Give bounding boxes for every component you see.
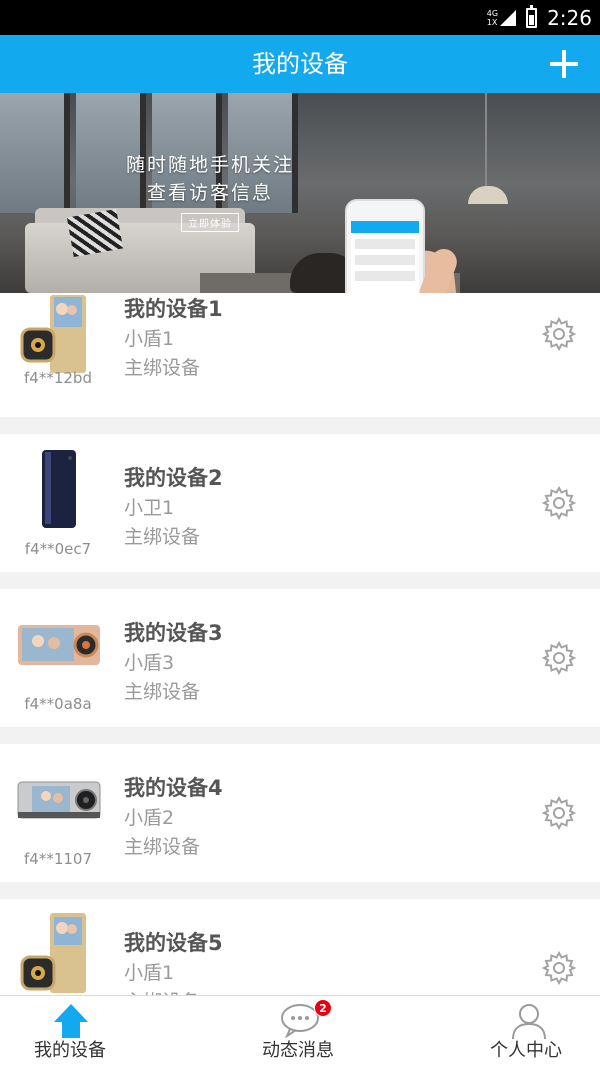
device-card[interactable]: f4**12bd 我的设备1 小盾1 主绑设备 — [0, 293, 600, 417]
gear-icon[interactable] — [542, 796, 576, 830]
device-name: 我的设备2 — [124, 466, 223, 490]
network-type-top: 4G — [486, 8, 499, 18]
device-code: f4**1107 — [24, 850, 92, 868]
nav-item-my-devices[interactable]: 我的设备 — [0, 996, 142, 1067]
gear-icon[interactable] — [542, 641, 576, 675]
nav-label: 个人中心 — [490, 1040, 562, 1061]
gear-icon[interactable] — [542, 317, 576, 351]
home-icon — [54, 1004, 88, 1038]
device-list[interactable]: f4**12bd 我的设备1 小盾1 主绑设备 f4**0ec7 我的设备2 小… — [0, 293, 600, 995]
add-device-button[interactable] — [550, 50, 578, 78]
device-name: 我的设备1 — [124, 297, 223, 321]
nav-item-profile[interactable]: 个人中心 — [468, 996, 600, 1067]
gear-icon[interactable] — [542, 486, 576, 520]
nav-label: 动态消息 — [262, 1040, 334, 1061]
silver-door-viewer-icon — [17, 781, 101, 819]
phone-screen-header — [351, 221, 419, 233]
device-card[interactable]: f4**0ec7 我的设备2 小卫1 主绑设备 — [0, 434, 600, 572]
clock: 2:26 — [547, 5, 592, 30]
device-card[interactable]: f4**1107 我的设备4 小盾2 主绑设备 — [0, 744, 600, 882]
network-type: 4G 1X — [487, 9, 498, 27]
device-role: 主绑设备 — [124, 681, 201, 703]
phone-screen-row — [355, 239, 415, 249]
status-indicators: 4G 1X 2:26 — [487, 0, 592, 35]
device-model: 小盾3 — [124, 652, 175, 674]
nav-item-messages[interactable]: 2 动态消息 — [240, 996, 360, 1067]
page-title: 我的设备 — [252, 50, 348, 78]
bottom-nav: 我的设备 2 动态消息 个人中心 — [0, 995, 600, 1067]
app-header: 我的设备 — [0, 35, 600, 93]
gold-door-viewer-icon — [20, 295, 86, 373]
device-model: 小卫1 — [124, 497, 175, 519]
banner-lamp-cord — [485, 93, 487, 193]
device-name: 我的设备4 — [124, 776, 223, 800]
gear-icon[interactable] — [542, 951, 576, 985]
device-role: 主绑设备 — [124, 987, 200, 995]
banner-cta-button[interactable]: 立即体验 — [181, 213, 239, 232]
device-card[interactable]: 我的设备5 小盾1 主绑设备 — [0, 899, 600, 995]
banner-headline: 随时随地手机关注 — [125, 154, 294, 176]
device-name: 我的设备3 — [124, 621, 223, 645]
device-model: 小盾2 — [124, 807, 175, 829]
banner-phone-screen — [351, 221, 419, 293]
phone-screen-row — [355, 255, 415, 265]
signal-icon — [500, 9, 517, 26]
device-code: f4**0a8a — [24, 695, 92, 713]
message-count-badge: 2 — [314, 999, 332, 1017]
device-name: 我的设备5 — [124, 931, 223, 955]
banner-window — [0, 93, 70, 213]
nav-label: 我的设备 — [34, 1040, 106, 1061]
rosegold-door-viewer-icon — [18, 625, 100, 665]
device-role: 主绑设备 — [124, 836, 201, 858]
banner-text: 随时随地手机关注 查看访客信息 立即体验 — [110, 151, 310, 232]
device-code: f4**12bd — [24, 369, 92, 387]
device-model: 小盾1 — [124, 962, 175, 984]
device-role: 主绑设备 — [124, 357, 201, 379]
person-icon — [512, 1004, 546, 1040]
device-code: f4**0ec7 — [24, 540, 92, 558]
phone-screen-row — [355, 271, 415, 281]
battery-icon — [526, 4, 538, 28]
device-model: 小盾1 — [124, 328, 175, 350]
device-card[interactable]: f4**0a8a 我的设备3 小盾3 主绑设备 — [0, 589, 600, 727]
promo-banner[interactable]: 随时随地手机关注 查看访客信息 立即体验 — [0, 93, 600, 293]
status-bar: 4G 1X 2:26 — [0, 0, 600, 35]
banner-phone — [345, 199, 425, 293]
banner-lamp — [468, 186, 508, 204]
navy-tower-camera-icon — [42, 450, 76, 528]
network-type-bottom: 1X — [486, 17, 498, 27]
device-role: 主绑设备 — [124, 526, 201, 548]
gold-door-viewer-icon — [20, 913, 86, 993]
banner-subheadline: 查看访客信息 — [146, 182, 273, 204]
